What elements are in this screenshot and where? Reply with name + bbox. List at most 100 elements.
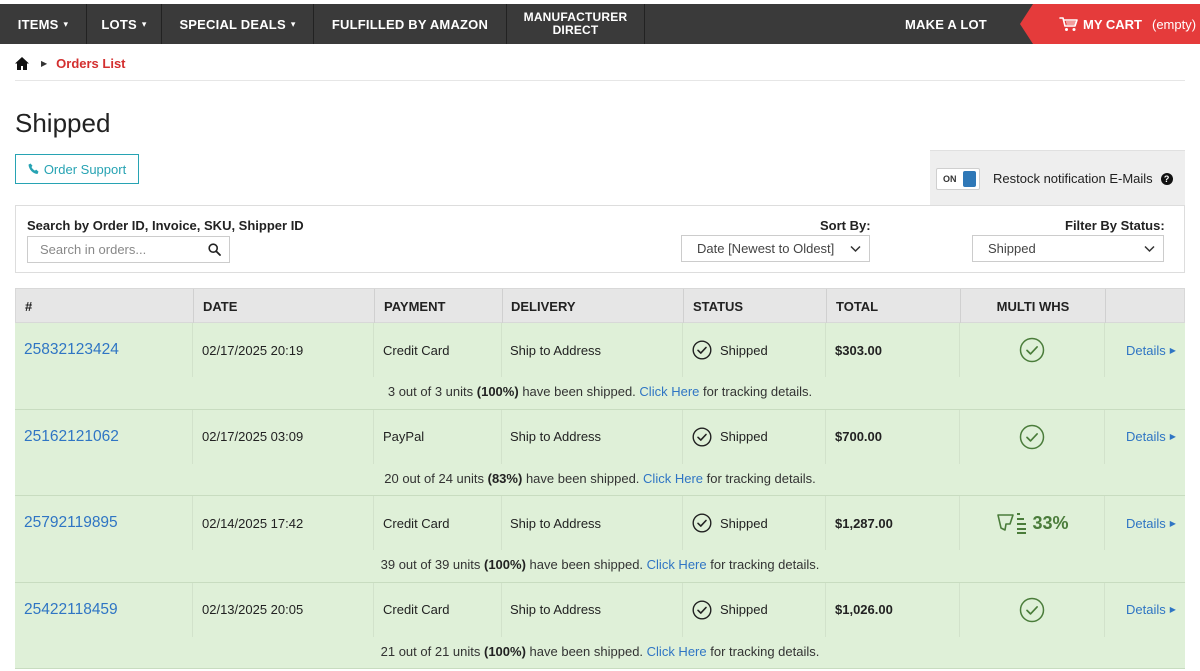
chevron-right-icon: ▶	[1169, 345, 1176, 355]
order-payment: Credit Card	[383, 515, 450, 531]
multi-whs-percent: 33%	[995, 511, 1069, 535]
divider	[373, 582, 374, 637]
order-delivery: Ship to Address	[510, 342, 602, 358]
check-circle-icon	[692, 426, 712, 447]
order-date: 02/17/2025 03:09	[202, 429, 304, 444]
divider	[682, 496, 683, 550]
chevron-right-icon: ▶	[1169, 605, 1176, 614]
filter-status-select[interactable]: Shipped	[972, 235, 1164, 262]
tracking-link[interactable]: Click Here	[647, 644, 707, 659]
check-circle-icon	[1019, 424, 1045, 449]
search-box	[27, 236, 230, 263]
nav-lots-menu[interactable]: LOTS ▾	[87, 4, 162, 44]
order-status-label: Shipped	[720, 602, 768, 617]
order-support-label: Order Support	[43, 161, 127, 177]
search-icon[interactable]	[208, 243, 221, 256]
details-link[interactable]: Details ▶	[1126, 583, 1176, 637]
shipped-units: 20 out of 24 units	[384, 470, 484, 486]
toggle-knob	[963, 170, 976, 187]
column-header-multi-whs: MULTI WHS	[996, 298, 1070, 314]
nav-special-deals-menu[interactable]: SPECIAL DEALS ▾	[162, 4, 314, 44]
divider	[682, 409, 683, 464]
nav-make-a-lot[interactable]: MAKE A LOT	[888, 4, 1004, 44]
restock-label: Restock notification E-Mails	[993, 171, 1153, 186]
tracking-link[interactable]: Click Here	[639, 384, 699, 399]
orders-list: 25832123424 02/17/2025 20:19 Credit Card…	[15, 323, 1185, 669]
shipped-percent: (100%)	[484, 557, 526, 572]
table-header: # DATE PAYMENT DELIVERY STATUS TOTAL MUL…	[15, 288, 1185, 323]
breadcrumb-current[interactable]: Orders List	[56, 56, 125, 71]
order-id-link[interactable]: 25832123424	[24, 323, 119, 377]
multi-whs-cell	[960, 323, 1104, 377]
details-link[interactable]: Details ▶	[1126, 323, 1176, 377]
order-payment: Credit Card	[383, 602, 450, 617]
multi-whs-cell	[960, 583, 1104, 637]
order-support-button[interactable]: Order Support	[15, 154, 139, 184]
nav-label: MAKE A LOT	[905, 16, 987, 32]
multi-whs-percent-value: 33%	[1032, 512, 1069, 533]
cart-status: (empty)	[1151, 16, 1197, 32]
restock-toggle[interactable]: ON	[936, 167, 980, 190]
order-id-link[interactable]: 25162121062	[24, 410, 119, 464]
column-header-number: #	[25, 298, 33, 314]
multi-whs-cell	[960, 410, 1104, 464]
orders-filter-panel: Search by Order ID, Invoice, SKU, Shippe…	[15, 205, 1185, 273]
column-header-status: STATUS	[693, 298, 744, 314]
filter-status-value: Shipped	[988, 241, 1036, 256]
tracking-link[interactable]: Click Here	[643, 471, 703, 486]
check-circle-icon	[1019, 337, 1045, 363]
home-icon[interactable]	[15, 56, 29, 70]
tracking-suffix: for tracking details.	[703, 384, 813, 399]
help-icon[interactable]: ?	[1160, 172, 1173, 185]
table-row: 25832123424 02/17/2025 20:19 Credit Card…	[15, 323, 1185, 410]
divider	[501, 323, 502, 377]
details-link[interactable]: Details ▶	[1126, 410, 1176, 464]
order-id-link[interactable]: 25422118459	[24, 583, 118, 637]
cart-label: MY CART	[1083, 16, 1142, 32]
details-label: Details	[1126, 429, 1166, 444]
divider	[1104, 582, 1105, 637]
shipped-text: have been shipped.	[529, 557, 644, 572]
chevron-down-icon: ▾	[290, 18, 296, 29]
restock-notification-panel: ON Restock notification E-Mails ?	[930, 150, 1185, 206]
chevron-right-icon: ▶	[1169, 518, 1176, 528]
shipment-summary: 20 out of 24 units (83%) have been shipp…	[15, 468, 1185, 490]
divider	[1104, 323, 1105, 377]
order-delivery: Ship to Address	[510, 515, 602, 531]
divider	[373, 323, 374, 377]
nav-manufacturer-direct[interactable]: MANUFACTURER DIRECT	[507, 4, 645, 44]
nav-fulfilled-by-amazon[interactable]: FULFILLED BY AMAZON	[314, 4, 507, 44]
shipped-units: 39 out of 39 units	[380, 557, 481, 572]
top-nav: ITEMS ▾ LOTS ▾ SPECIAL DEALS ▾ FULFILLED BY…	[0, 4, 1200, 44]
tracking-link[interactable]: Click Here	[647, 557, 707, 572]
order-delivery: Ship to Address	[510, 602, 602, 617]
details-label: Details	[1126, 602, 1166, 617]
shipped-units: 3 out of 3 units	[387, 384, 474, 399]
nav-label-line2: DIRECT	[552, 23, 599, 37]
shipped-text: have been shipped.	[522, 384, 636, 399]
breadcrumb: ▶ Orders List	[15, 54, 126, 72]
order-id-link[interactable]: 25792119895	[24, 496, 118, 550]
my-cart-button[interactable]: MY CART (empty)	[1020, 4, 1200, 44]
nav-label: SPECIAL DEALS	[179, 16, 286, 32]
order-payment: Credit Card	[383, 342, 450, 358]
nav-items-menu[interactable]: ITEMS ▾	[0, 4, 87, 44]
tracking-suffix: for tracking details.	[706, 470, 816, 486]
order-status: Shipped	[692, 496, 768, 550]
nav-label: FULFILLED BY AMAZON	[331, 16, 489, 32]
divider	[825, 409, 826, 464]
chevron-down-icon: ▾	[63, 18, 69, 29]
multi-whs-cell: 33%	[960, 496, 1104, 550]
divider	[825, 582, 826, 637]
chevron-down-icon	[850, 245, 861, 252]
order-date: 02/14/2025 17:42	[202, 515, 304, 531]
column-header-date: DATE	[203, 298, 238, 314]
order-status-label: Shipped	[720, 515, 768, 531]
search-input[interactable]	[40, 242, 208, 257]
divider	[682, 582, 683, 637]
sort-select[interactable]: Date [Newest to Oldest]	[681, 235, 870, 262]
chevron-right-icon: ▶	[1169, 432, 1176, 441]
divider	[502, 289, 503, 323]
divider	[682, 323, 683, 377]
details-link[interactable]: Details ▶	[1126, 496, 1176, 550]
